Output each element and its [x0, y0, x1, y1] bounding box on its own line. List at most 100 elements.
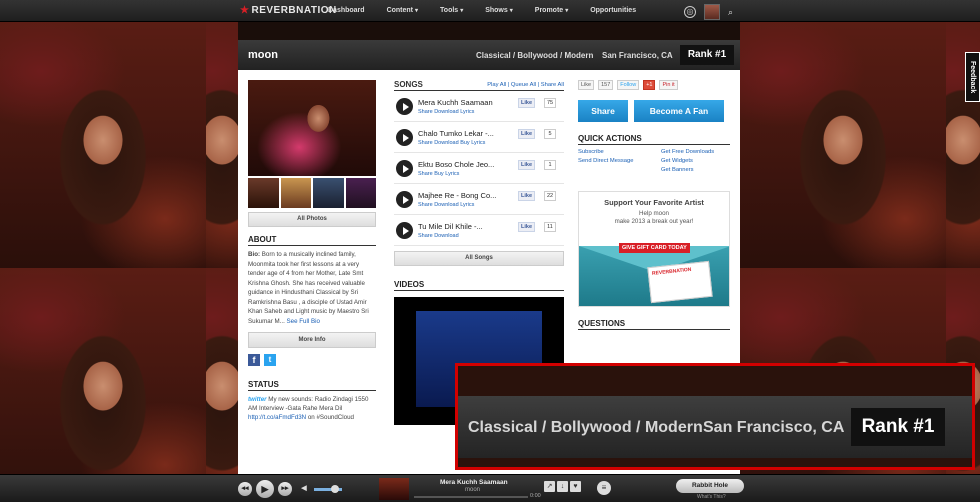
like-count: 5	[544, 129, 556, 139]
photo-thumbnail[interactable]	[313, 178, 344, 208]
profile-header: moon Classical / Bollywood / Modern San …	[238, 40, 740, 70]
gift-title: Support Your Favorite Artist	[604, 198, 704, 207]
play-icon[interactable]	[396, 129, 413, 146]
get-banners-link[interactable]: Get Banners	[661, 167, 731, 173]
song-links[interactable]: Share Buy Lyrics	[418, 171, 459, 177]
facebook-like-button[interactable]: Like	[578, 80, 595, 90]
left-column: All Photos ABOUT Bio: Born to a musicall…	[248, 80, 376, 422]
genre-label: Classical / Bollywood / Modern	[476, 51, 594, 60]
song-title[interactable]: Mera Kuchh Saamaan	[418, 98, 493, 107]
twitter-icon[interactable]: t	[264, 354, 276, 366]
get-free-downloads-link[interactable]: Get Free Downloads	[661, 149, 731, 155]
twitter-follow-button[interactable]: Follow	[617, 80, 640, 90]
gift-card-graphic: REVERBNATION	[647, 260, 713, 304]
song-links[interactable]: Share Download Lyrics	[418, 202, 474, 208]
main-photo[interactable]	[248, 80, 376, 176]
facebook-like-button[interactable]: Like	[518, 191, 536, 201]
song-links[interactable]: Share Download	[418, 233, 459, 239]
nav-dashboard[interactable]: Dashboard	[328, 7, 365, 14]
previous-icon[interactable]: ◂◂	[238, 482, 252, 496]
callout-header-bar: Classical / Bollywood / Modern San Franc…	[458, 396, 972, 458]
facebook-icon[interactable]: f	[248, 354, 260, 366]
facebook-like-count: 157	[598, 80, 614, 90]
nav-shows[interactable]: Shows ▾	[485, 7, 513, 14]
nav-opportunities[interactable]: Opportunities	[590, 7, 636, 14]
rank-badge: Rank #1	[680, 45, 734, 65]
songs-heading: SONGS	[394, 80, 423, 89]
facebook-like-button[interactable]: Like	[518, 98, 536, 108]
all-songs-button[interactable]: All Songs	[394, 251, 564, 266]
songs-header: SONGS Play All | Queue All | Share All	[394, 80, 564, 91]
play-icon[interactable]	[396, 160, 413, 177]
share-button[interactable]: Share	[578, 100, 628, 122]
right-column: Like 157 Follow +1 Pin it Share Become A…	[578, 80, 730, 330]
get-widgets-link[interactable]: Get Widgets	[661, 158, 731, 164]
photo-thumbnails	[248, 178, 376, 208]
subscribe-link[interactable]: Subscribe	[578, 149, 661, 155]
nav-content[interactable]: Content ▾	[387, 7, 418, 14]
gift-card-promo[interactable]: Support Your Favorite Artist Help moon m…	[578, 191, 730, 307]
avatar[interactable]	[704, 4, 720, 20]
search-icon[interactable]: ⌕	[728, 7, 733, 18]
menu-icon[interactable]: ≡	[597, 481, 611, 495]
share-icon[interactable]: ↗	[544, 481, 555, 492]
song-row: Ektu Boso Chole Jeo... Share Buy Lyrics …	[394, 153, 564, 184]
facebook-like-button[interactable]: Like	[518, 129, 536, 139]
facebook-like-button[interactable]: Like	[518, 222, 536, 232]
song-links[interactable]: Share Download Buy Lyrics	[418, 140, 485, 146]
song-row: Tu Mile Dil Khile -... Share Download Li…	[394, 215, 564, 246]
chevron-down-icon: ▾	[509, 8, 513, 14]
like-icon[interactable]: ♥	[570, 481, 581, 492]
photo-thumbnail[interactable]	[345, 178, 376, 208]
song-title[interactable]: Majhee Re - Bong Co...	[418, 191, 496, 200]
videos-heading: VIDEOS	[394, 280, 564, 291]
rabbit-hole-button[interactable]: Rabbit Hole	[676, 479, 744, 493]
send-direct-message-link[interactable]: Send Direct Message	[578, 158, 661, 164]
chevron-down-icon: ▾	[565, 8, 569, 14]
play-icon[interactable]	[396, 98, 413, 115]
song-title[interactable]: Chalo Tumko Lekar -...	[418, 129, 494, 138]
photo-thumbnail[interactable]	[280, 178, 311, 208]
more-info-button[interactable]: More Info	[248, 332, 376, 348]
play-icon[interactable]	[396, 191, 413, 208]
download-icon[interactable]: ↓	[557, 481, 568, 492]
song-links[interactable]: Share Download Lyrics	[418, 109, 474, 115]
twitter-logo: twitter	[248, 396, 267, 403]
like-count: 22	[544, 191, 556, 201]
nav-menu: Dashboard Content ▾ Tools ▾ Shows ▾ Promote…	[328, 7, 658, 14]
background-tile	[206, 22, 238, 268]
play-icon[interactable]: ▶	[256, 480, 274, 498]
play-icon[interactable]	[396, 222, 413, 239]
song-title[interactable]: Ektu Boso Chole Jeo...	[418, 160, 494, 169]
like-count: 75	[544, 98, 556, 108]
callout-city: San Francisco, CA	[703, 419, 845, 436]
photo-thumbnail[interactable]	[248, 178, 279, 208]
song-title[interactable]: Tu Mile Dil Khile -...	[418, 222, 483, 231]
background-tile	[740, 22, 946, 268]
nav-promote[interactable]: Promote ▾	[535, 7, 568, 14]
track-title: Mera Kuchh Saamaan	[440, 479, 508, 486]
give-gift-card-button[interactable]: GIVE GIFT CARD TODAY	[619, 243, 690, 253]
play-queue-share-links[interactable]: Play All | Queue All | Share All	[487, 82, 564, 89]
status-link[interactable]: http://t.co/aFmdFd3N	[248, 414, 306, 421]
volume-handle[interactable]	[331, 485, 339, 493]
whats-this-link[interactable]: What's This?	[697, 494, 726, 500]
top-navigation-bar: ★ REVERBNATION Dashboard Content ▾ Tools ▾ …	[0, 0, 980, 22]
see-full-bio-link[interactable]: See Full Bio	[287, 318, 320, 325]
google-plus-button[interactable]: +1	[643, 80, 656, 90]
facebook-like-button[interactable]: Like	[518, 160, 536, 170]
pinterest-button[interactable]: Pin it	[659, 80, 678, 90]
nav-tools[interactable]: Tools ▾	[440, 7, 463, 14]
progress-bar[interactable]	[414, 496, 528, 498]
gift-text: Help moon make 2013 a break out year!	[614, 210, 694, 225]
volume-icon[interactable]: ◀	[298, 483, 310, 495]
social-share-bar: Like 157 Follow +1 Pin it	[578, 80, 730, 90]
feedback-tab[interactable]: Feedback	[965, 52, 980, 102]
artist-name: moon	[248, 49, 278, 61]
globe-icon[interactable]: ◎	[684, 6, 696, 18]
like-count: 1	[544, 160, 556, 170]
become-a-fan-button[interactable]: Become A Fan	[634, 100, 724, 122]
all-photos-button[interactable]: All Photos	[248, 212, 376, 227]
reverbnation-logo[interactable]: ★ REVERBNATION	[240, 5, 337, 16]
next-icon[interactable]: ▸▸	[278, 482, 292, 496]
